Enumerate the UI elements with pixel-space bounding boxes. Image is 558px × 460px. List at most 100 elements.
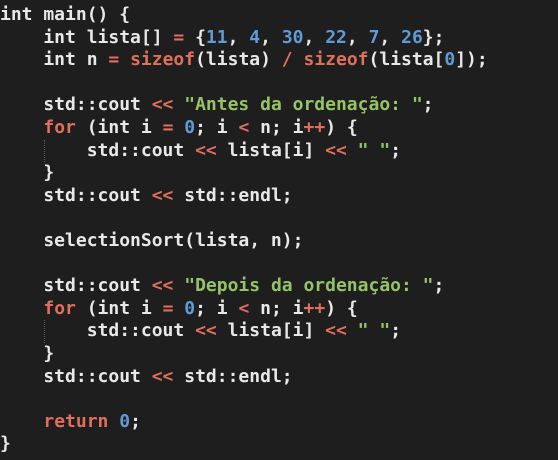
code-token: "Depois da ordenação: " xyxy=(184,275,434,297)
code-token: ; xyxy=(433,275,445,297)
code-token: return xyxy=(43,410,109,432)
code-line[interactable] xyxy=(0,72,558,95)
code-token: , xyxy=(303,26,326,48)
code-token: std::endl; xyxy=(173,184,293,206)
code-token: << xyxy=(151,275,174,297)
code-line[interactable]: return 0; xyxy=(0,411,558,434)
code-token: } xyxy=(0,162,55,184)
code-token: << xyxy=(151,365,174,387)
code-token: sizeof xyxy=(130,49,196,71)
code-line[interactable] xyxy=(0,253,558,276)
code-token: = xyxy=(173,26,185,48)
code-token: "Antes da ordenação: " xyxy=(184,94,423,116)
code-token: << xyxy=(151,94,174,116)
code-line[interactable]: int main() { xyxy=(0,4,558,27)
code-token: , xyxy=(346,26,369,48)
code-token: 0 xyxy=(184,297,196,319)
code-token: for xyxy=(43,297,76,319)
code-token: lista[i] xyxy=(216,139,326,161)
code-token: ++ xyxy=(303,297,326,319)
code-line[interactable] xyxy=(0,207,558,230)
code-token: std::cout xyxy=(0,139,196,161)
code-token: ++ xyxy=(303,116,326,138)
code-token: ; xyxy=(390,139,402,161)
code-token: " " xyxy=(357,320,391,342)
code-token: / xyxy=(281,49,293,71)
code-line[interactable]: } xyxy=(0,433,558,456)
code-token: ; xyxy=(130,410,141,432)
code-line[interactable] xyxy=(0,388,558,411)
code-token: std::cout xyxy=(0,365,152,387)
code-token: } xyxy=(0,342,55,364)
code-token: { xyxy=(184,26,206,48)
code-line[interactable]: std::cout << "Depois da ordenação: "; xyxy=(0,275,558,298)
code-token: int n xyxy=(0,49,109,71)
indent-guide xyxy=(44,320,45,343)
code-line[interactable]: } xyxy=(0,162,558,185)
code-token: , xyxy=(379,26,402,48)
code-token: << xyxy=(325,320,347,342)
code-line[interactable]: std::cout << std::endl; xyxy=(0,366,558,389)
code-line[interactable]: for (int i = 0; i < n; i++) { xyxy=(0,298,558,321)
code-line[interactable]: std::cout << lista[i] << " "; xyxy=(0,139,558,163)
code-line[interactable]: int n = sizeof(lista) / sizeof(lista[0])… xyxy=(0,49,558,72)
code-token: , xyxy=(227,26,250,48)
code-token: (lista[ xyxy=(368,49,445,71)
code-token: " " xyxy=(357,139,391,161)
code-token: ; xyxy=(422,94,434,116)
code-token: 0 xyxy=(444,49,456,71)
code-line[interactable]: for (int i = 0; i < n; i++) { xyxy=(0,117,558,140)
code-token: << xyxy=(195,320,217,342)
code-token: for xyxy=(43,116,76,138)
code-token: 0 xyxy=(184,116,196,138)
code-token: n; i xyxy=(249,297,304,319)
code-token: ) { xyxy=(325,297,358,319)
code-token: 30 xyxy=(281,26,304,48)
code-token: 0 xyxy=(119,410,131,432)
code-line[interactable]: int lista[] = {11, 4, 30, 22, 7, 26}; xyxy=(0,27,558,50)
code-token: << xyxy=(195,139,217,161)
code-token: }; xyxy=(422,26,445,48)
code-token: (int i xyxy=(75,297,163,319)
code-token: (int i xyxy=(75,116,163,138)
code-token: lista[i] xyxy=(216,320,326,342)
code-line[interactable]: std::cout << "Antes da ordenação: "; xyxy=(0,94,558,117)
code-token: ]); xyxy=(455,49,488,71)
code-token: = xyxy=(162,297,174,319)
code-token: std::endl; xyxy=(173,365,293,387)
code-token: std::cout xyxy=(0,275,152,297)
code-token: selectionSort(lista, n); xyxy=(0,229,304,251)
code-token: ; i xyxy=(195,116,239,138)
code-token: = xyxy=(108,49,120,71)
code-token: << xyxy=(325,139,347,161)
code-token: 26 xyxy=(401,26,423,48)
code-token: n; i xyxy=(249,116,304,138)
code-token: ) { xyxy=(325,116,358,138)
code-token: 7 xyxy=(368,26,380,48)
code-token: << xyxy=(151,184,174,206)
code-token: std::cout xyxy=(0,320,196,342)
code-token: , xyxy=(260,26,282,48)
code-token: sizeof xyxy=(303,49,369,71)
code-editor[interactable]: int main() { int lista[] = {11, 4, 30, 2… xyxy=(0,0,558,460)
code-line[interactable]: std::cout << std::endl; xyxy=(0,185,558,208)
code-line[interactable]: selectionSort(lista, n); xyxy=(0,230,558,253)
code-token: 11 xyxy=(205,26,228,48)
code-token: int lista[] xyxy=(0,26,174,48)
indent-guide xyxy=(44,139,45,163)
code-token: std::cout xyxy=(0,184,152,206)
code-token: = xyxy=(162,116,174,138)
code-line[interactable]: } xyxy=(0,343,558,366)
code-line[interactable]: std::cout << lista[i] << " "; xyxy=(0,320,558,343)
